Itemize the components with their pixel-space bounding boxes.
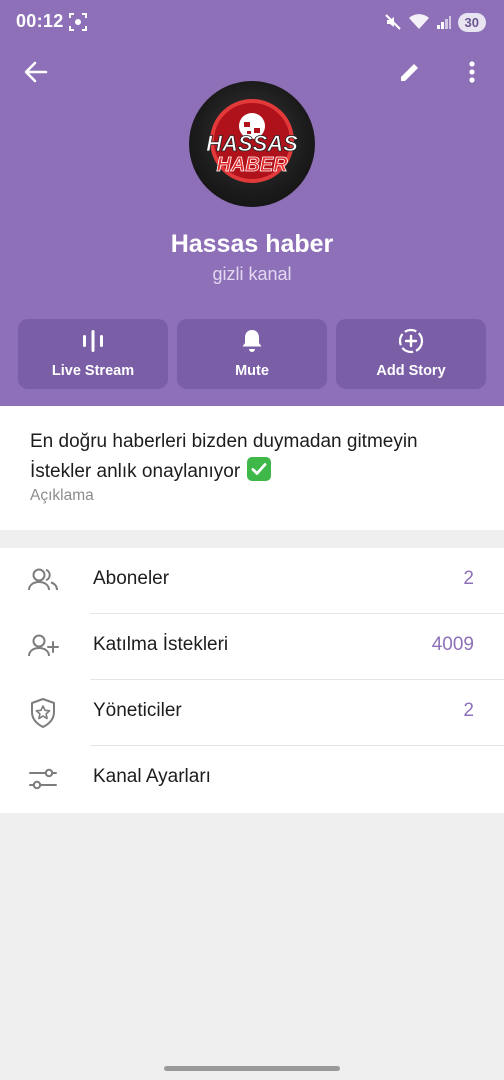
live-stream-button[interactable]: Live Stream [18,319,168,389]
live-stream-icon [83,330,103,352]
screen-record-icon [69,13,87,31]
subscribers-icon [28,568,58,591]
description-line-2: İstekler anlık onaylanıyor [30,457,272,483]
menu-value-subscribers: 2 [463,568,474,589]
channel-menu-list: Aboneler 2 Katılma İstekleri 4009 Yöneti… [0,548,504,813]
channel-avatar[interactable]: HASSAS HABER [189,81,315,207]
live-stream-label: Live Stream [51,363,135,379]
menu-label-admins: Yöneticiler [93,700,182,721]
check-mark-icon [247,457,272,481]
arrow-left-icon [24,61,48,83]
battery-indicator: 30 [457,12,486,32]
channel-name: Hassas haber [170,230,334,258]
edit-button[interactable] [390,52,430,92]
mute-button[interactable]: Mute [177,319,327,389]
description-section: En doğru haberleri bizden duymadan gitme… [0,406,504,530]
menu-item-admins[interactable]: Yöneticiler 2 [0,680,504,746]
menu-label-channel-settings: Kanal Ayarları [93,766,211,787]
settings-sliders-icon [29,768,57,790]
logo-text-hassas: HASSAS [206,131,298,156]
back-button[interactable] [16,52,56,92]
profile-header: 00:12 30 HASSAS HABER Hassas haber gizli… [0,0,504,406]
add-story-button[interactable]: Add Story [336,319,486,389]
add-story-icon [398,328,424,354]
menu-item-channel-settings[interactable]: Kanal Ayarları [0,746,504,812]
description-caption: Açıklama [30,487,94,504]
admin-shield-icon [31,698,55,728]
pencil-icon [401,64,418,81]
menu-label-join-requests: Katılma İstekleri [93,634,229,655]
menu-item-subscribers[interactable]: Aboneler 2 [0,548,504,614]
channel-type: gizli kanal [212,264,292,284]
signal-icon [436,16,451,29]
mute-status-icon [384,14,401,30]
mute-label: Mute [235,363,269,379]
status-time: 00:12 [16,11,64,31]
description-line-1: En doğru haberleri bizden duymadan gitme… [30,431,418,452]
menu-label-subscribers: Aboneler [93,568,170,589]
add-story-label: Add Story [376,363,446,379]
menu-value-join-requests: 4009 [431,634,474,655]
more-vertical-icon [469,61,475,83]
more-options-button[interactable] [452,52,492,92]
description-line-2-text: İstekler anlık onaylanıyor [30,461,241,482]
logo-text-haber: HABER [216,154,288,176]
gesture-navigation-handle[interactable] [164,1066,340,1071]
status-bar: 00:12 30 [0,0,504,44]
add-user-icon [28,634,59,657]
wifi-icon [408,14,429,29]
hassas-haber-logo: HASSAS HABER [206,99,299,183]
bell-icon [242,330,262,352]
menu-value-admins: 2 [463,700,474,721]
menu-item-join-requests[interactable]: Katılma İstekleri 4009 [0,614,504,680]
